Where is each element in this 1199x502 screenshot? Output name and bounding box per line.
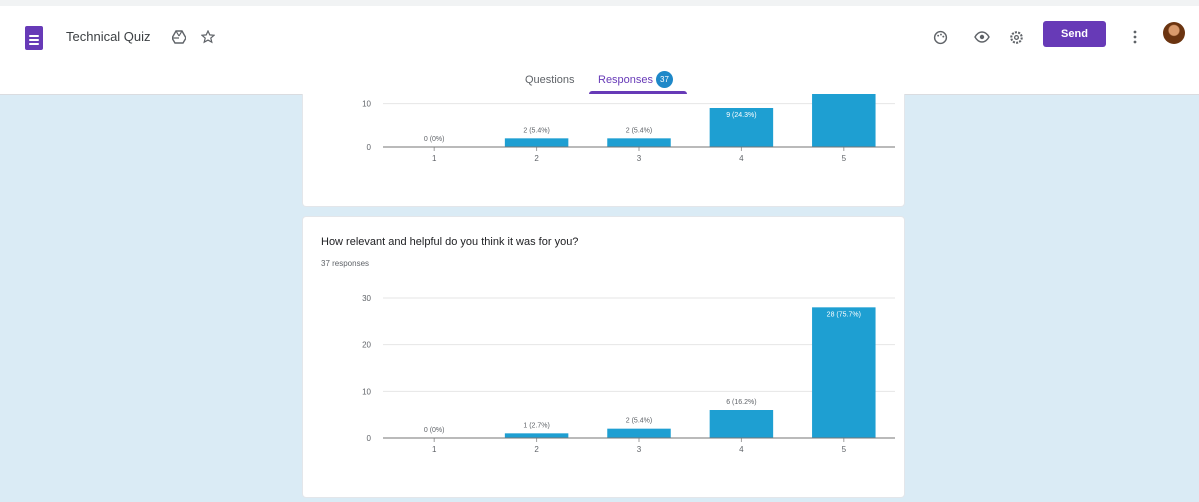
more-vert-icon[interactable] — [1124, 26, 1146, 48]
data-label: 1 (2.7%) — [523, 422, 549, 429]
question-card-2: How relevant and helpful do you think it… — [302, 216, 905, 498]
data-label: 0 (0%) — [424, 427, 445, 434]
x-tick-label: 1 — [432, 445, 437, 454]
y-tick-label: 0 — [367, 434, 372, 443]
y-tick-label: 30 — [362, 294, 371, 303]
x-tick-label: 4 — [739, 445, 744, 454]
bar[interactable] — [607, 428, 671, 438]
form-header: Technical Quiz Send Questions Responses … — [0, 6, 1199, 95]
data-label: 2 (5.4%) — [626, 418, 652, 425]
bar[interactable] — [812, 307, 876, 438]
data-label: 9 (24.3%) — [726, 112, 756, 119]
tab-bar: Questions Responses 37 — [0, 70, 1199, 94]
x-tick-label: 2 — [534, 445, 539, 454]
y-tick-label: 10 — [362, 100, 371, 109]
tab-responses[interactable]: Responses — [598, 74, 653, 86]
x-tick-label: 3 — [637, 445, 642, 454]
data-label: 28 (75.7%) — [827, 311, 861, 318]
send-button[interactable]: Send — [1043, 21, 1106, 47]
responses-count-badge: 37 — [656, 71, 673, 88]
bar[interactable] — [504, 433, 569, 438]
star-icon[interactable] — [197, 26, 219, 48]
question-card-1: 0 10 0 (0%) 1 2 (5.4%) 2 2 (5.4%) 3 9 (24.3%) 4 5 — [302, 94, 905, 207]
eye-icon[interactable] — [971, 26, 993, 48]
x-tick-label: 3 — [637, 154, 642, 163]
forms-app-icon[interactable] — [25, 26, 43, 50]
bar[interactable] — [607, 138, 671, 147]
x-tick-label: 4 — [739, 154, 744, 163]
tab-questions[interactable]: Questions — [525, 74, 575, 86]
data-label: 2 (5.4%) — [523, 127, 549, 134]
form-title[interactable]: Technical Quiz — [66, 29, 151, 44]
x-tick-label: 1 — [432, 154, 437, 163]
bar[interactable] — [709, 410, 774, 438]
x-tick-label: 5 — [842, 154, 847, 163]
bar[interactable] — [504, 138, 569, 147]
palette-icon[interactable] — [929, 26, 951, 48]
data-label: 2 (5.4%) — [626, 127, 652, 134]
y-tick-label: 20 — [362, 341, 371, 350]
y-tick-label: 10 — [362, 387, 371, 396]
x-tick-label: 2 — [534, 154, 539, 163]
bar-chart-1: 0 10 0 (0%) 1 2 (5.4%) 2 2 (5.4%) 3 9 (24.3%) 4 5 — [362, 94, 895, 163]
x-tick-label: 5 — [842, 445, 847, 454]
data-label: 0 (0%) — [424, 136, 445, 143]
bar[interactable] — [812, 94, 876, 147]
y-tick-label: 0 — [367, 143, 372, 152]
gear-icon[interactable] — [1005, 26, 1027, 48]
bar-chart-2: 0 10 20 30 0 (0%) 1 1 (2.7%) 2 2 (5.4%) 3 6 (16.2%… — [362, 294, 895, 454]
avatar[interactable] — [1163, 22, 1185, 44]
data-label: 6 (16.2%) — [726, 399, 756, 406]
drive-icon[interactable] — [168, 26, 190, 48]
